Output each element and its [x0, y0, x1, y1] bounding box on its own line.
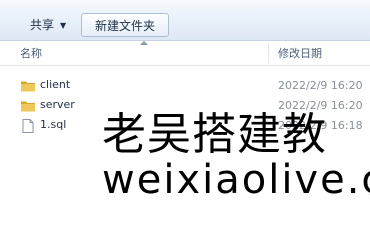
file-name: 1.sql	[40, 118, 67, 131]
file-name: server	[40, 98, 75, 111]
column-divider[interactable]	[268, 43, 269, 63]
folder-icon	[21, 101, 35, 112]
folder-icon	[21, 81, 35, 92]
command-bar: 共享 ▼ 新建文件夹	[0, 0, 370, 41]
column-header-row: 名称 修改日期	[0, 41, 370, 66]
watermark-text-chinese: 老吴搭建教	[102, 109, 327, 160]
share-label: 共享	[30, 18, 55, 32]
column-header-name[interactable]: 名称	[20, 45, 42, 61]
file-name: client	[40, 78, 71, 91]
new-folder-button[interactable]: 新建文件夹	[81, 13, 169, 37]
column-header-date-modified[interactable]: 修改日期	[278, 45, 322, 61]
file-row-client[interactable]: client 2022/2/9 16:20	[0, 76, 370, 96]
document-icon	[22, 119, 34, 133]
share-menu-button[interactable]: 共享 ▼	[24, 13, 72, 37]
file-date: 2022/2/9 16:20	[278, 79, 363, 92]
watermark-text-url: weixiaolive.c	[102, 157, 370, 203]
chevron-down-icon: ▼	[60, 21, 67, 30]
sort-up-icon	[140, 41, 148, 45]
